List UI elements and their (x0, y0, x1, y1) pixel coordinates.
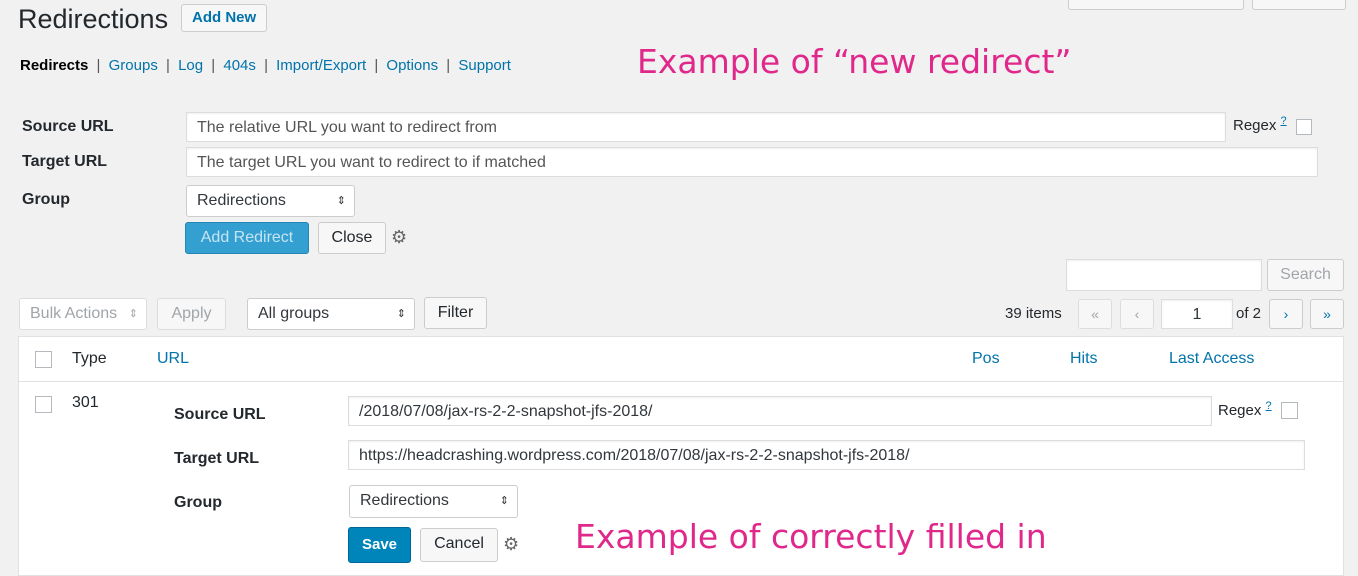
select-arrows-icon: ⇕ (336, 195, 346, 207)
nav-separator: | (446, 57, 451, 74)
total-pages: of 2 (1236, 305, 1262, 322)
table-header-divider (18, 381, 1344, 382)
nav-redirects[interactable]: Redirects (20, 57, 88, 74)
select-all-checkbox[interactable] (35, 351, 52, 368)
group-filter-select[interactable]: All groups ⇕ (247, 298, 415, 330)
nav-separator: | (264, 57, 268, 74)
nav-support[interactable]: Support (458, 57, 511, 74)
edit-regex-label: Regex (1218, 402, 1262, 419)
column-url[interactable]: URL (157, 350, 189, 368)
first-page-button[interactable]: « (1078, 299, 1112, 329)
last-page-button[interactable]: » (1310, 299, 1344, 329)
next-page-button[interactable]: › (1269, 299, 1303, 329)
nav-separator: | (374, 57, 379, 74)
bulk-actions-select[interactable]: Bulk Actions ⇕ (19, 298, 147, 330)
current-page-value: 1 (1192, 306, 1202, 323)
annotation-correctly-filled: Example of correctly filled in (575, 517, 1047, 556)
top-right-button-2[interactable] (1252, 0, 1346, 10)
nav-separator: | (211, 57, 216, 74)
select-arrows-icon: ⇕ (499, 495, 509, 507)
edit-source-url-label: Source URL (174, 406, 266, 423)
column-hits[interactable]: Hits (1070, 350, 1098, 368)
edit-target-url-label: Target URL (174, 450, 260, 467)
edit-group-select-value: Redirections (360, 492, 449, 509)
edit-regex-help-link[interactable]: ? (1266, 400, 1272, 412)
edit-source-url-input[interactable]: /2018/07/08/jax-rs-2-2-snapshot-jfs-2018… (348, 396, 1212, 426)
page-title: Redirections (18, 4, 169, 34)
nav-groups[interactable]: Groups (109, 57, 158, 74)
select-arrows-icon: ⇕ (396, 308, 406, 320)
regex-label: Regex (1233, 117, 1277, 134)
edit-regex-option: Regex ? (1218, 400, 1272, 419)
select-arrows-icon: ⇕ (128, 308, 138, 320)
column-type: Type (72, 350, 107, 367)
group-select[interactable]: Redirections ⇕ (186, 185, 355, 217)
regex-checkbox[interactable] (1296, 119, 1312, 135)
add-new-button[interactable]: Add New (181, 4, 268, 32)
edit-target-url-value: https://headcrashing.wordpress.com/2018/… (359, 447, 910, 464)
edit-regex-checkbox[interactable] (1281, 402, 1298, 419)
nav-options[interactable]: Options (386, 57, 438, 74)
annotation-new-redirect: Example of “new redirect” (637, 42, 1072, 81)
prev-page-button[interactable]: ‹ (1120, 299, 1154, 329)
row-checkbox[interactable] (35, 396, 52, 413)
column-last-access[interactable]: Last Access (1169, 350, 1254, 368)
items-count: 39 items (1005, 305, 1062, 322)
row-type: 301 (72, 394, 99, 411)
source-url-input[interactable]: The relative URL you want to redirect fr… (186, 112, 1226, 142)
apply-button[interactable]: Apply (157, 298, 226, 330)
add-redirect-button[interactable]: Add Redirect (185, 222, 309, 254)
bulk-actions-value: Bulk Actions (30, 305, 118, 322)
edit-target-url-input[interactable]: https://headcrashing.wordpress.com/2018/… (348, 440, 1305, 470)
regex-help-link[interactable]: ? (1281, 115, 1287, 127)
gear-icon[interactable]: ⚙ (391, 227, 407, 248)
save-button[interactable]: Save (348, 527, 411, 563)
nav-separator: | (166, 57, 170, 74)
target-url-label: Target URL (22, 153, 108, 170)
edit-source-url-value: /2018/07/08/jax-rs-2-2-snapshot-jfs-2018… (359, 403, 653, 420)
column-pos[interactable]: Pos (972, 350, 1000, 368)
filter-button[interactable]: Filter (424, 297, 487, 329)
group-filter-value: All groups (258, 305, 330, 322)
source-url-placeholder: The relative URL you want to redirect fr… (197, 119, 497, 136)
group-label: Group (22, 191, 70, 208)
nav-log[interactable]: Log (178, 57, 203, 74)
top-right-button-1[interactable] (1068, 0, 1244, 10)
regex-option: Regex ? (1233, 115, 1287, 134)
nav-import-export[interactable]: Import/Export (276, 57, 366, 74)
group-select-value: Redirections (197, 192, 286, 209)
nav-404s[interactable]: 404s (223, 57, 256, 74)
cancel-button[interactable]: Cancel (420, 528, 498, 562)
target-url-input[interactable]: The target URL you want to redirect to i… (186, 147, 1318, 177)
target-url-placeholder: The target URL you want to redirect to i… (197, 154, 546, 171)
edit-group-select[interactable]: Redirections ⇕ (349, 485, 518, 518)
edit-group-label: Group (174, 494, 222, 511)
subsubsub-nav: Redirects | Groups | Log | 404s | Import… (20, 57, 511, 74)
search-button[interactable]: Search (1267, 259, 1344, 291)
search-input[interactable] (1066, 259, 1262, 291)
gear-icon[interactable]: ⚙ (503, 534, 519, 555)
source-url-label: Source URL (22, 118, 114, 135)
current-page-input[interactable]: 1 (1161, 299, 1233, 329)
close-button[interactable]: Close (318, 222, 386, 254)
nav-separator: | (96, 57, 101, 74)
